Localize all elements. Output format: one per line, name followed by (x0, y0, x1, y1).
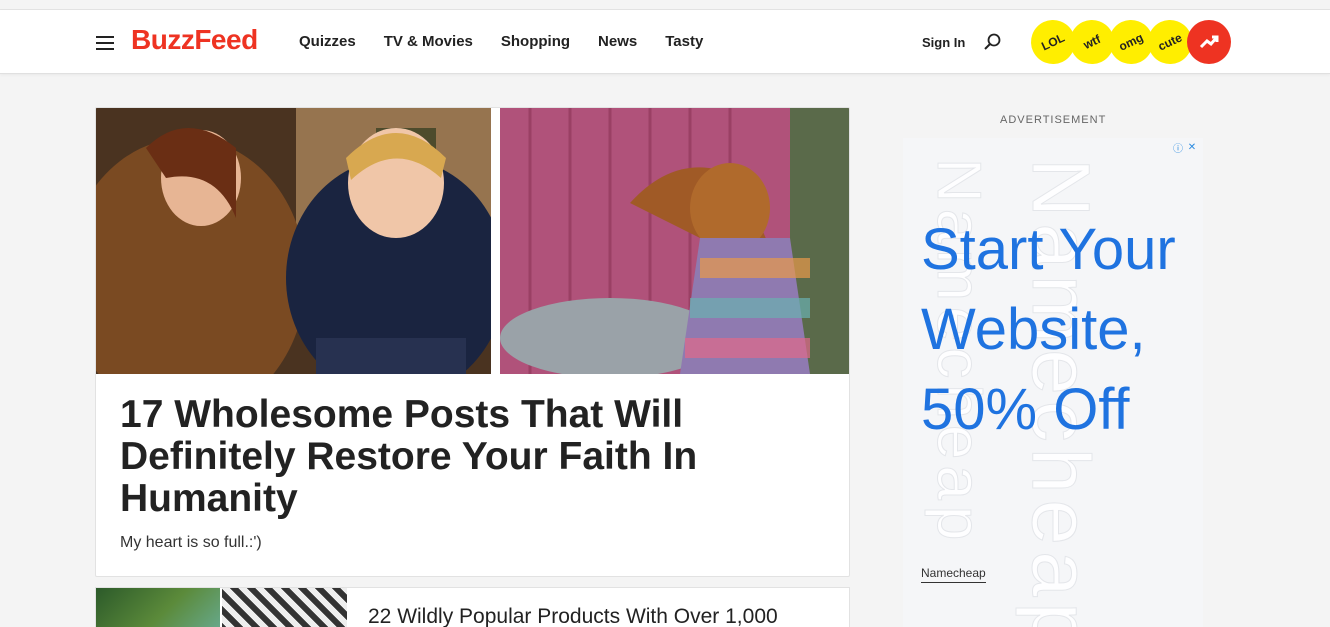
ad-info-icon[interactable]: ⓘ (1171, 140, 1185, 155)
nav-quizzes[interactable]: Quizzes (299, 33, 356, 50)
feature-image-right (500, 108, 849, 374)
nav-tasty[interactable]: Tasty (665, 33, 703, 50)
reaction-badges: LOL wtf omg cute (1023, 12, 1231, 72)
second-thumb-right (222, 588, 347, 627)
top-strip (0, 0, 1330, 10)
second-title[interactable]: 22 Wildly Popular Products With Over 1,0… (368, 605, 778, 627)
menu-icon[interactable] (96, 36, 114, 50)
ad-brand-link[interactable]: Namecheap (921, 566, 986, 583)
search-icon[interactable] (983, 32, 1003, 52)
trending-icon[interactable] (1187, 20, 1231, 64)
feature-description: My heart is so full.:') (120, 534, 262, 551)
site-header: BuzzFeed Quizzes TV & Movies Shopping Ne… (0, 10, 1330, 74)
advertisement[interactable]: Namecheap Namecheap ⓘ ✕ Start Your Websi… (903, 138, 1203, 627)
ad-label: ADVERTISEMENT (1000, 114, 1107, 126)
feature-title[interactable]: 17 Wholesome Posts That Will Definitely … (120, 394, 820, 520)
buzzfeed-logo[interactable]: BuzzFeed (131, 24, 258, 56)
sign-in-link[interactable]: Sign In (922, 35, 965, 50)
ad-controls: ⓘ ✕ (1171, 140, 1199, 155)
nav-tv-movies[interactable]: TV & Movies (384, 33, 473, 50)
nav-news[interactable]: News (598, 33, 637, 50)
ad-headline[interactable]: Start Your Website, 50% Off (921, 210, 1203, 450)
second-article-card[interactable]: 22 Wildly Popular Products With Over 1,0… (95, 587, 850, 627)
feature-article-card[interactable]: 17 Wholesome Posts That Will Definitely … (95, 107, 850, 577)
feature-image-left (96, 108, 491, 374)
main-nav: Quizzes TV & Movies Shopping News Tasty (299, 33, 731, 50)
second-thumb-left (96, 588, 220, 627)
ad-close-icon[interactable]: ✕ (1185, 140, 1199, 154)
nav-shopping[interactable]: Shopping (501, 33, 570, 50)
